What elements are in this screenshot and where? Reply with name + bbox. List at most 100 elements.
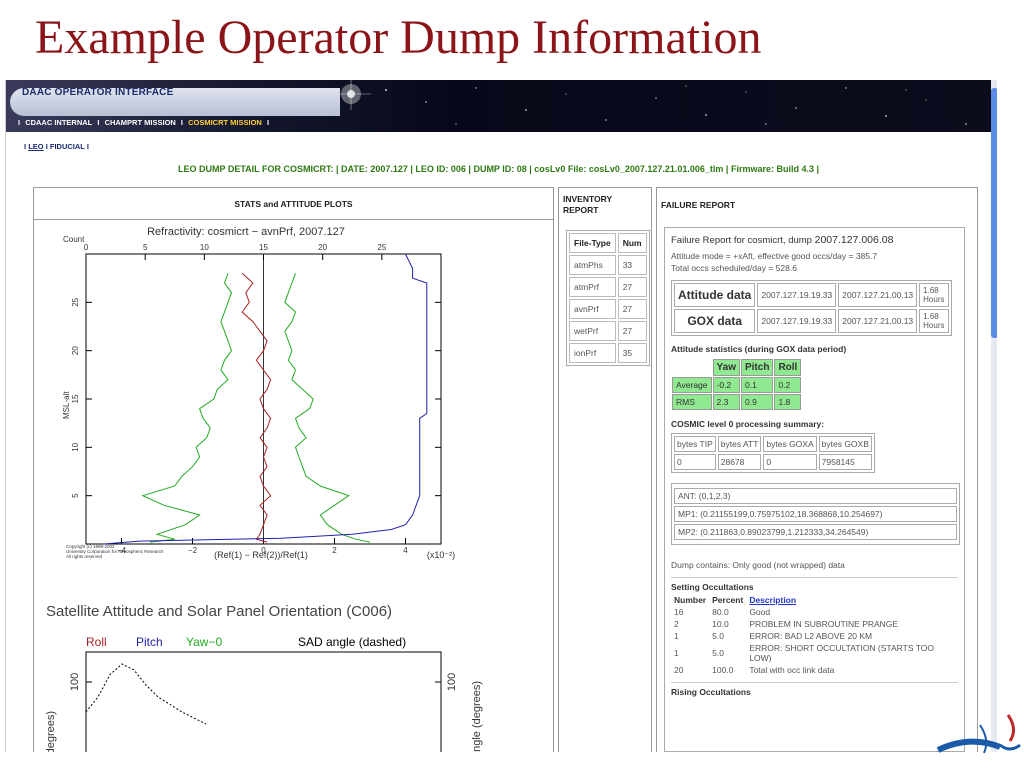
- main-nav: I CDAAC INTERNAL I CHAMPRT MISSION I COS…: [18, 118, 272, 127]
- chart-title: Refractivity: cosmicrt − avnPrf, 2007.12…: [147, 226, 345, 238]
- occ-description: PROBLEM IN SUBROUTINE PRANGE: [749, 619, 899, 629]
- dump-detail-line: LEO DUMP DETAIL FOR COSMICRT: | DATE: 20…: [178, 164, 819, 174]
- table-header-row: File-Type Num: [569, 233, 647, 253]
- nav-item-cosmicrt-mission[interactable]: COSMICRT MISSION: [188, 118, 262, 127]
- refractivity-chart: Refractivity: cosmicrt − avnPrf, 2007.12…: [62, 226, 455, 560]
- y-axis-label: MSL-alt: [62, 391, 71, 419]
- start-time: 2007.127.19.19.33: [757, 283, 837, 307]
- y-tick-label: 15: [71, 394, 80, 403]
- description-link[interactable]: Description: [749, 595, 796, 605]
- duration-value: 1.68: [923, 312, 939, 321]
- app-title: DAAC OPERATOR INTERFACE: [22, 87, 174, 98]
- y-axis-ticks: 100 100: [69, 673, 458, 691]
- y-tick-label-right: 100: [446, 673, 458, 691]
- data-period-table: Attitude data 2007.127.19.19.33 2007.127…: [671, 280, 952, 336]
- top-tick-label: 20: [318, 243, 327, 252]
- x-tick-label: −2: [188, 546, 198, 555]
- column-header-file-type: File-Type: [569, 233, 616, 253]
- column-header: bytes ATT: [717, 436, 762, 452]
- nav-item-champrt-mission[interactable]: CHAMPRT MISSION: [105, 118, 176, 127]
- chart-series: [85, 663, 207, 725]
- failure-dump-id: 2007.127.006.08: [814, 234, 894, 246]
- x-tick-label: 4: [403, 546, 408, 555]
- bytes-value: 28678: [717, 454, 762, 470]
- divider: [671, 682, 958, 683]
- bytes-value: 7958145: [818, 454, 872, 470]
- occ-percent: 10.0: [712, 619, 729, 629]
- subnav-item-fiducial[interactable]: FIDUCIAL: [50, 142, 85, 151]
- file-type-cell: wetPrf: [569, 321, 616, 341]
- occ-percent: 80.0: [712, 607, 729, 617]
- slide-title: Example Operator Dump Information: [35, 11, 762, 64]
- nav-separator: I: [45, 142, 48, 151]
- num-cell: 27: [617, 299, 647, 319]
- column-header-pitch: Pitch: [740, 359, 774, 376]
- table-row: 1 5.0 ERROR: SHORT OCCULTATION (STARTS TOO…: [671, 642, 946, 664]
- duration-unit: Hours: [923, 295, 945, 304]
- y-axis-ticks: 5 10 15 20 25: [71, 297, 441, 498]
- table-row: ionPrf 35: [569, 343, 647, 363]
- failure-report: Failure Report for cosmicrt, dump 2007.1…: [664, 227, 965, 752]
- occ-number: 16: [674, 607, 684, 617]
- occ-percent: 100.0: [712, 665, 734, 675]
- table-row: 20 100.0 Total with occ link data: [671, 664, 946, 676]
- nav-separator: I: [18, 118, 21, 127]
- table-row: 0 28678 0 7958145: [674, 454, 872, 470]
- x-axis-units: (x10⁻²): [427, 550, 455, 560]
- total-occs: Total occs scheduled/day = 528.6: [671, 263, 797, 273]
- y-tick-label: 25: [71, 297, 80, 306]
- occ-number: 1: [674, 631, 679, 641]
- mp1-line: MP1: (0.21155199,0.75975102,18.368868,10…: [674, 506, 957, 522]
- cosmic-logo-icon: [936, 714, 1021, 754]
- start-time: 2007.127.19.19.33: [757, 309, 837, 333]
- column-header-description: Description: [746, 594, 946, 606]
- y-axis-label-left: (degrees): [45, 711, 57, 752]
- file-type-cell: ionPrf: [569, 343, 616, 363]
- top-tick-label: 15: [259, 243, 268, 252]
- column-header-roll: Roll: [774, 359, 802, 376]
- occ-percent: 5.0: [712, 648, 724, 658]
- top-tick-label: 5: [143, 243, 148, 252]
- nav-separator: I: [266, 118, 270, 127]
- table-row: Average -0.2 0.1 0.2: [672, 377, 802, 393]
- chart-title: Satellite Attitude and Solar Panel Orien…: [46, 603, 392, 620]
- failure-report-title: Failure Report for cosmicrt, dump 2007.1…: [671, 234, 958, 246]
- column-header: bytes GOXB: [818, 436, 872, 452]
- table-row: 2 10.0 PROBLEM IN SUBROUTINE PRANGE: [671, 618, 946, 630]
- duration-cell: 1.68 Hours: [919, 283, 949, 307]
- failure-panel-title: FAILURE REPORT: [661, 200, 736, 210]
- row-label: Attitude data: [674, 283, 756, 307]
- legend-roll: Roll: [86, 635, 107, 649]
- occ-description: ERROR: SHORT OCCULTATION (STARTS TOO LOW…: [749, 643, 934, 663]
- column-header-yaw: Yaw: [712, 359, 740, 376]
- top-tick-label: 0: [84, 243, 89, 252]
- occ-number: 2: [674, 619, 679, 629]
- vertical-scrollbar[interactable]: [991, 80, 997, 752]
- bytes-value: 0: [674, 454, 716, 470]
- dump-contains: Dump contains: Only good (not wrapped) d…: [671, 560, 845, 570]
- top-tick-label: 10: [200, 243, 209, 252]
- stats-panel: STATS and ATTITUDE PLOTS Refractivity: c…: [33, 187, 554, 752]
- attitude-chart: Satellite Attitude and Solar Panel Orien…: [45, 603, 483, 752]
- x-tick-label: 2: [332, 546, 337, 555]
- table-row: wetPrf 27: [569, 321, 647, 341]
- subnav-item-leo[interactable]: LEO: [28, 142, 43, 151]
- series-line: [241, 272, 272, 543]
- row-label: GOX data: [674, 309, 756, 333]
- legend-sad: SAD angle (dashed): [298, 635, 406, 649]
- file-type-cell: atmPrf: [569, 277, 616, 297]
- column-header: bytes TIP: [674, 436, 716, 452]
- file-type-cell: avnPrf: [569, 299, 616, 319]
- failure-title-prefix: Failure Report for cosmicrt, dump: [671, 235, 812, 246]
- series-line: [141, 273, 233, 543]
- blank-header: [672, 359, 712, 376]
- nav-separator: I: [86, 142, 89, 151]
- scrollbar-thumb[interactable]: [991, 88, 997, 338]
- occ-description: ERROR: BAD L2 ABOVE 20 KM: [749, 631, 873, 641]
- stat-value: 0.9: [740, 394, 774, 410]
- nav-item-cdaac-internal[interactable]: CDAAC INTERNAL: [25, 118, 92, 127]
- copyright-line: All rights reserved: [66, 554, 103, 559]
- attitude-stats-title: Attitude statistics (during GOX data per…: [671, 344, 847, 354]
- file-type-cell: atmPhs: [569, 255, 616, 275]
- top-axis-ticks: 0 5 10 15 20 25: [84, 243, 387, 260]
